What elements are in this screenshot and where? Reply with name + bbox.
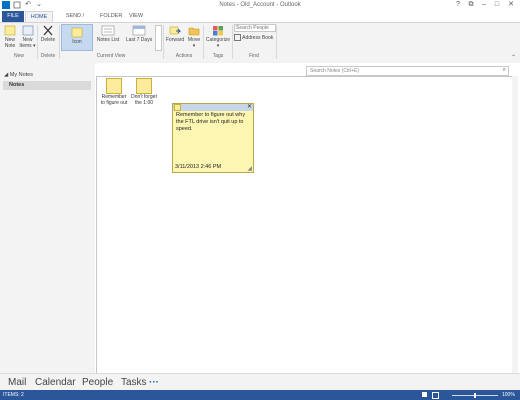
new-items-icon	[22, 25, 33, 36]
note-item[interactable]: Remember to figure out	[99, 78, 129, 106]
address-book-button[interactable]: Address Book	[234, 34, 276, 41]
maximize-button[interactable]: □	[491, 0, 503, 10]
collapse-ribbon-icon[interactable]: ⌃	[511, 54, 516, 61]
close-button[interactable]: ✕	[505, 0, 517, 10]
note-item-label: Remember to figure out	[100, 94, 128, 106]
resize-grip-icon[interactable]: ◢	[247, 165, 252, 172]
note-title-bar[interactable]: ✕	[173, 104, 253, 111]
search-people-input[interactable]	[234, 24, 276, 32]
group-separator	[276, 25, 277, 59]
note-icon	[106, 78, 122, 94]
note-icon	[136, 78, 152, 94]
new-items-label: New Items	[19, 37, 33, 49]
search-notes-placeholder: Search Notes (Ctrl+E)	[310, 68, 360, 74]
group-label-actions: Actions	[175, 53, 193, 59]
minimize-button[interactable]: –	[478, 0, 490, 10]
group-label-current-view: Current View	[96, 53, 126, 59]
vertical-scrollbar[interactable]	[512, 76, 518, 373]
view-gallery-scroll[interactable]	[155, 25, 162, 51]
search-notes-box[interactable]: Search Notes (Ctrl+E) ⌕	[306, 66, 509, 76]
group-separator	[163, 25, 164, 59]
tab-view[interactable]: VIEW	[127, 11, 145, 22]
title-bar: ↶ ⌄ Notes - Old_Account - Outlook ? ⧉ – …	[0, 0, 520, 11]
icon-view-icon	[71, 27, 83, 38]
item-count: ITEMS: 2	[3, 392, 24, 398]
delete-button[interactable]: Delete	[39, 25, 57, 43]
tab-home[interactable]: HOME	[25, 11, 53, 22]
group-label-new: New	[13, 53, 24, 59]
open-note-window[interactable]: ✕ Remember to figure out why the FTL dri…	[172, 103, 254, 173]
new-note-button[interactable]: New Note	[2, 25, 18, 49]
view-icon-label: Icon	[72, 39, 82, 45]
notes-list-icon	[101, 25, 115, 36]
nav-tasks[interactable]: Tasks	[121, 377, 147, 388]
window-title: Notes - Old_Account - Outlook	[219, 2, 301, 8]
folder-item-notes-label: Notes	[9, 82, 25, 88]
delete-icon	[43, 25, 53, 36]
my-notes-header[interactable]: ◢ My Notes	[4, 72, 33, 78]
address-book-icon	[234, 34, 241, 41]
last-7-days-label: Last 7 Days	[125, 37, 153, 43]
view-last-7-days-button[interactable]: Last 7 Days	[124, 25, 154, 43]
nav-more-button[interactable]: ···	[149, 377, 159, 388]
tab-file[interactable]: FILE	[2, 11, 24, 22]
note-icon	[4, 25, 16, 36]
group-label-find: Find	[249, 53, 259, 59]
restore-ribbon-button[interactable]: ⧉	[465, 0, 477, 10]
folder-pane: ◢ My Notes Notes	[0, 63, 95, 373]
folder-icon	[188, 27, 200, 36]
forward-button[interactable]: Forward	[165, 25, 185, 43]
view-notes-list-button[interactable]: Notes List	[94, 25, 122, 43]
group-label-delete: Delete	[40, 53, 56, 59]
group-separator	[203, 25, 204, 59]
note-menu-icon[interactable]	[174, 104, 181, 111]
nav-calendar[interactable]: Calendar	[35, 377, 76, 388]
note-item[interactable]: Don't forget the 1:00	[129, 78, 159, 106]
group-separator	[232, 25, 233, 59]
categorize-icon	[213, 26, 223, 36]
help-button[interactable]: ?	[452, 0, 464, 10]
move-button[interactable]: Move ▾	[186, 25, 202, 49]
notes-list-label: Notes List	[96, 37, 120, 43]
address-book-label: Address Book	[242, 34, 274, 41]
new-items-button[interactable]: New Items ▾	[19, 25, 36, 49]
nav-people[interactable]: People	[82, 377, 113, 388]
note-body-text[interactable]: Remember to figure out why the FTL drive…	[176, 112, 250, 133]
ribbon: New Note New Items ▾ New Delete Delete I…	[0, 22, 520, 64]
zoom-level[interactable]: 100%	[502, 392, 515, 398]
reading-view-icon[interactable]	[432, 392, 439, 399]
note-date: 3/11/2013 2:46 PM	[175, 164, 222, 170]
new-items-arrow-icon: ▾	[33, 43, 36, 49]
new-note-label: New Note	[4, 37, 16, 49]
group-separator	[59, 25, 60, 59]
note-close-icon[interactable]: ✕	[247, 103, 252, 110]
notes-view: Remember to figure out Don't forget the 1:…	[96, 76, 514, 374]
search-icon: ⌕	[502, 67, 506, 73]
categorize-button[interactable]: Categorize ▾	[205, 25, 231, 49]
forward-label: Forward	[165, 37, 185, 43]
ribbon-tabs: FILE HOME SEND / RECEIVE FOLDER VIEW	[0, 11, 520, 30]
view-icon-button[interactable]: Icon	[61, 24, 93, 51]
calendar-list-icon	[132, 25, 146, 36]
status-bar: ITEMS: 2 100%	[0, 390, 520, 400]
navigation-bar: Mail Calendar People Tasks ···	[0, 373, 520, 391]
zoom-thumb[interactable]	[474, 393, 476, 398]
tab-send-receive[interactable]: SEND / RECEIVE	[56, 11, 94, 30]
forward-icon	[169, 26, 181, 35]
note-item-label: Don't forget the 1:00	[131, 94, 157, 106]
delete-label: Delete	[40, 37, 56, 43]
group-label-tags: Tags	[212, 53, 224, 59]
normal-view-icon[interactable]	[422, 392, 427, 397]
folder-item-notes[interactable]: Notes	[3, 81, 91, 90]
nav-mail[interactable]: Mail	[8, 377, 26, 388]
categorize-arrow-icon: ▾	[216, 43, 220, 49]
tab-folder[interactable]: FOLDER	[100, 11, 122, 22]
move-arrow-icon: ▾	[192, 43, 196, 49]
